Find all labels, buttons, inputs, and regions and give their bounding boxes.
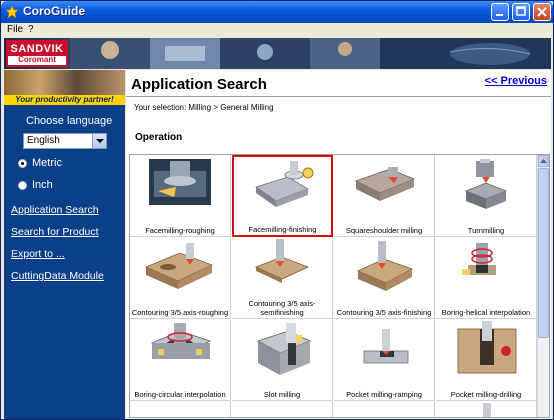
tile-facemilling-finishing[interactable]: Facemilling-finishing — [232, 155, 333, 237]
language-label: Choose language — [26, 115, 113, 127]
turnmilling-icon — [464, 159, 508, 209]
previous-link[interactable]: << Previous — [485, 75, 547, 87]
tile-label: Slot milling — [263, 390, 301, 399]
scrollbar-thumb[interactable] — [538, 168, 549, 338]
tile-label: Facemilling-finishing — [248, 225, 317, 234]
sidebar-photo — [4, 70, 125, 95]
menu-help[interactable]: ? — [28, 24, 34, 35]
tile-label: Contouring 3/5 axis-finishing — [336, 308, 432, 317]
tile-slot-milling[interactable]: Slot milling — [232, 319, 333, 401]
tile-boring-circular[interactable]: Boring-circular interpolation — [130, 319, 231, 401]
tile-contouring-finishing[interactable]: Contouring 3/5 axis-finishing — [334, 237, 435, 319]
tile-partial[interactable] — [334, 401, 435, 417]
tile-facemilling-roughing[interactable]: Facemilling-roughing — [130, 155, 231, 237]
tile-label: Facemilling-roughing — [145, 226, 215, 235]
tile-turnmilling[interactable]: Turnmilling — [436, 155, 537, 237]
tile-label: Pocket milling-drilling — [450, 390, 522, 399]
tile-label: Pocket milling-ramping — [346, 390, 422, 399]
sidebar: Your productivity partner! Choose langua… — [4, 70, 125, 419]
language-value: English — [27, 135, 60, 146]
pocket-drilling-icon — [457, 321, 517, 374]
tile-boring-helical[interactable]: Boring-helical interpolation — [436, 237, 537, 319]
inch-radio[interactable] — [18, 181, 27, 190]
metric-radio[interactable] — [18, 159, 27, 168]
tile-contouring-roughing[interactable]: Contouring 3/5 axis-roughing — [130, 237, 231, 319]
minimize-button[interactable] — [491, 3, 509, 21]
banner-photo — [70, 38, 550, 69]
menu-bar: File ? — [1, 23, 553, 37]
header-banner: SANDVIK Coromant — [4, 38, 551, 69]
chevron-down-icon[interactable] — [92, 134, 106, 148]
tile-label: Squareshoulder milling — [345, 226, 423, 235]
contouring-roughing-icon — [144, 243, 214, 289]
tile-label: Boring-helical interpolation — [441, 308, 531, 317]
close-icon — [537, 7, 547, 17]
breadcrumb: Your selection: Milling > General Millin… — [134, 103, 274, 112]
link-application-search[interactable]: Application Search — [11, 204, 99, 216]
app-icon — [5, 5, 19, 19]
menu-file[interactable]: File — [7, 24, 23, 35]
contouring-finishing-icon — [357, 241, 413, 291]
tile-squareshoulder[interactable]: Squareshoulder milling — [334, 155, 435, 237]
tagline: Your productivity partner! — [4, 95, 125, 105]
tile-pocket-drilling[interactable]: Pocket milling-drilling — [436, 319, 537, 401]
language-select[interactable]: English — [23, 133, 107, 149]
slot-milling-icon — [257, 323, 312, 375]
tile-partial[interactable] — [130, 401, 231, 417]
maximize-button[interactable] — [512, 3, 530, 21]
facemilling-finishing-icon — [255, 161, 314, 207]
vertical-scrollbar[interactable] — [537, 155, 549, 417]
tile-contouring-semifinishing[interactable]: Contouring 3/5 axis-semifinishing — [232, 237, 333, 319]
tile-pocket-ramping[interactable]: Pocket milling-ramping — [334, 319, 435, 401]
scroll-up-button[interactable] — [538, 155, 549, 167]
inch-label: Inch — [32, 179, 53, 191]
logo-brand-bottom: Coromant — [18, 55, 56, 64]
sandvik-logo: SANDVIK Coromant — [6, 40, 68, 67]
title-bar[interactable]: CoroGuide — [1, 1, 553, 23]
boring-helical-icon — [462, 243, 496, 275]
link-export[interactable]: Export to ... — [11, 248, 65, 260]
tile-partial[interactable] — [436, 401, 537, 417]
link-search-product[interactable]: Search for Product — [11, 226, 99, 238]
logo-brand-top: SANDVIK — [8, 42, 66, 56]
page-title: Application Search — [131, 76, 267, 93]
title-divider — [126, 96, 551, 97]
tile-label: Boring-circular interpolation — [134, 390, 226, 399]
arrow-up-icon — [540, 159, 547, 163]
operation-grid: Facemilling-roughing Facemilling-finishi… — [129, 154, 550, 418]
pocket-ramping-icon — [363, 329, 409, 364]
metric-label: Metric — [32, 157, 62, 169]
minimize-icon — [496, 14, 503, 16]
maximize-icon — [516, 6, 526, 16]
boring-circular-icon — [150, 323, 212, 359]
tile-label: Contouring 3/5 axis-roughing — [131, 308, 229, 317]
drill-tool-icon — [483, 403, 491, 417]
tile-label: Contouring 3/5 axis-semifinishing — [248, 299, 316, 317]
link-cuttingdata[interactable]: CuttingData Module — [11, 270, 104, 282]
squareshoulder-icon — [354, 167, 416, 201]
app-window: CoroGuide File ? SANDVIK Coromant Your p… — [0, 0, 554, 420]
window-title: CoroGuide — [23, 4, 85, 18]
facemilling-roughing-icon — [149, 159, 211, 205]
tile-partial[interactable] — [232, 401, 333, 417]
contouring-semifinishing-icon — [254, 239, 310, 283]
tile-label: Turnmilling — [467, 226, 505, 235]
main-content: Application Search << Previous Your sele… — [126, 70, 551, 419]
section-heading: Operation — [135, 132, 183, 143]
close-button[interactable] — [533, 3, 551, 21]
